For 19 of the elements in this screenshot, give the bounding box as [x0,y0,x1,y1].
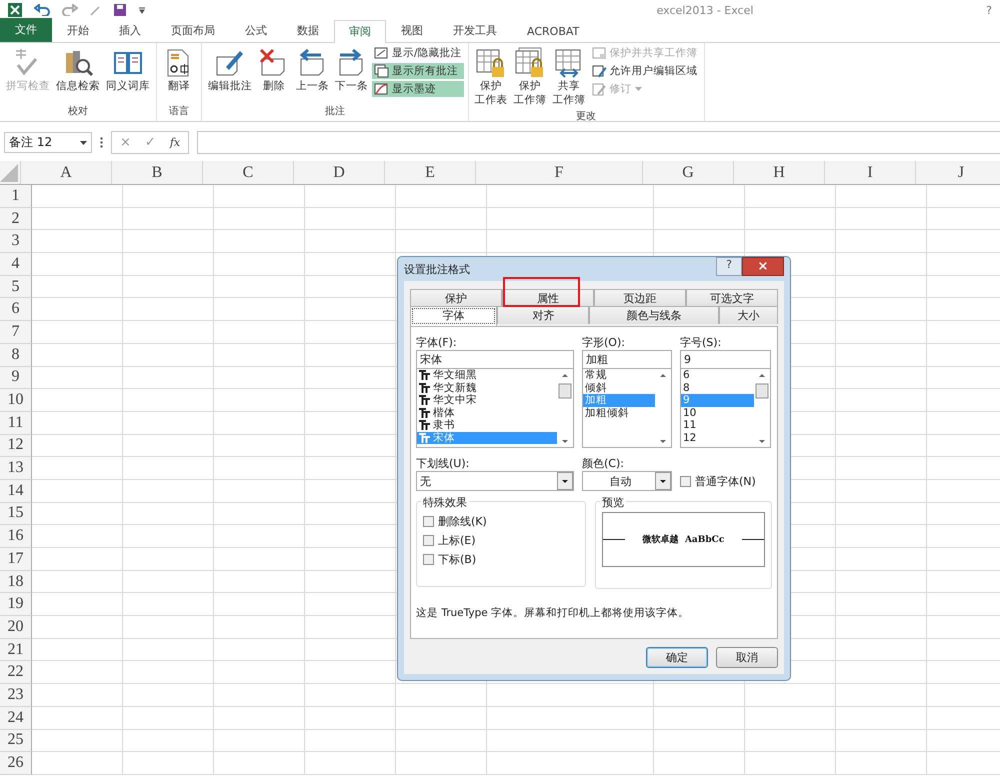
field-label: 颜色(C): [582,456,625,471]
field-label: 字号(S): [680,335,722,350]
checkbox-label: 普通字体(N) [695,474,756,488]
checkbox-label: 下标(B) [438,552,476,567]
dialog-title: 设置批注格式 [404,262,470,276]
field-label: 字形(O): [582,335,626,350]
group-title: 特殊效果 [421,495,469,510]
checkbox-label: 上标(E) [438,533,476,548]
field-label: 下划线(U): [416,456,470,471]
preview-text: 微软卓越 AaBbCc [641,533,726,546]
field-label: 字体(F): [416,335,458,350]
group-label: 批注 [324,104,345,119]
checkbox-label: 删除线(K) [438,514,487,529]
group-label: 更改 [576,110,596,124]
font-info-text: 这是 TrueType 字体。屏幕和打印机上都将使用该字体。 [416,606,690,620]
group-label: 校对 [68,104,88,119]
window-title: excel2013 - Excel [656,4,754,16]
group-label: 语言 [169,104,189,119]
group-title: 预览 [600,495,626,510]
